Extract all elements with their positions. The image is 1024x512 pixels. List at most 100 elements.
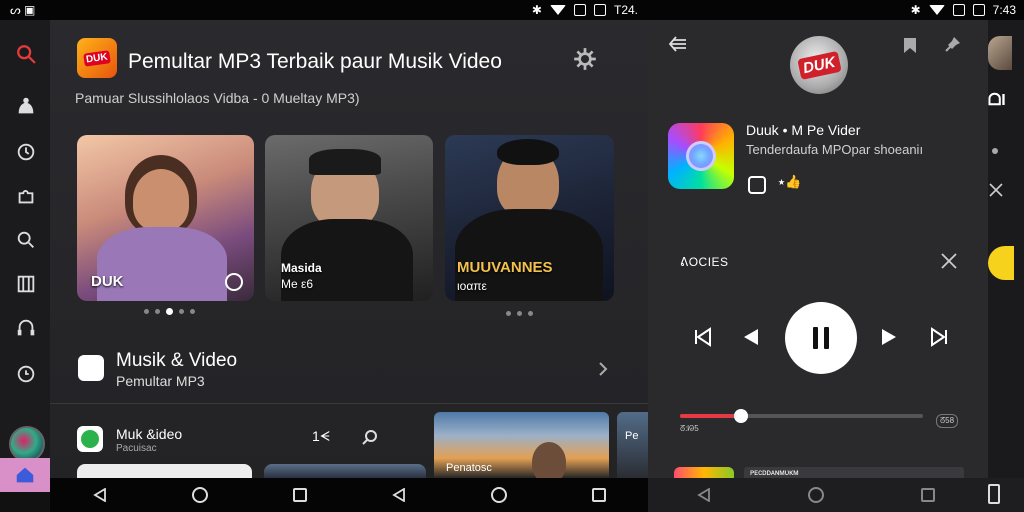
main-screen: DUK Pemultar MP3 Terbaik paur Musik Vide…: [50, 20, 648, 478]
progress-slider[interactable]: [680, 409, 923, 423]
video-thumbnail[interactable]: [77, 464, 252, 478]
bluetooth-icon: ✱: [910, 3, 921, 17]
search-icon[interactable]: [14, 228, 38, 252]
app-icon: [78, 355, 104, 381]
back-icon[interactable]: [391, 488, 406, 502]
hair-image: [497, 139, 559, 165]
share-icon[interactable]: [748, 176, 766, 194]
list-item-subtitle: Pacuisac: [116, 443, 157, 454]
reaction-icons[interactable]: ⭑👍: [778, 174, 801, 190]
status-time: T24.: [613, 3, 638, 17]
recents-button[interactable]: [921, 488, 936, 502]
queue-label: ᕕOCIES: [680, 255, 729, 269]
progress-fill: [680, 414, 741, 418]
recents-button[interactable]: [591, 488, 606, 502]
video-thumbnail[interactable]: Pe: [617, 412, 648, 478]
video-thumbnail[interactable]: [264, 464, 426, 478]
bluetooth-icon: ✱: [531, 3, 542, 17]
video-card[interactable]: DUK: [77, 135, 254, 301]
close-icon[interactable]: [940, 252, 958, 270]
settings-icon[interactable]: [572, 46, 598, 72]
thumbnail-label: Penatosc: [446, 462, 492, 474]
carousel-dots: [144, 308, 195, 315]
battery-icon: [972, 4, 985, 16]
card-label: MUUVANNES: [457, 259, 553, 276]
card-label: Masida: [281, 261, 322, 275]
back-arrow-icon[interactable]: [668, 35, 688, 53]
back-icon[interactable]: [92, 488, 107, 502]
back-icon[interactable]: [696, 488, 711, 502]
queue-thumbnail[interactable]: [674, 467, 734, 478]
progress-knob[interactable]: [733, 409, 748, 423]
list-item-count: 1ᗕ: [312, 428, 330, 444]
carousel-dots: [506, 311, 533, 316]
track-title: Duuk • M Pe Vider: [746, 122, 861, 138]
peek-label: ᗝI: [988, 92, 1006, 109]
recents-button[interactable]: [292, 488, 307, 502]
shuffle-icon[interactable]: [988, 182, 1004, 198]
pause-button[interactable]: [785, 302, 857, 374]
card-sublabel: ιοαπε: [457, 279, 487, 293]
section-title: Musik & Video: [116, 350, 238, 371]
queue-item[interactable]: ᴘᴇᴄᴅᴅᴀɴᴍᴜᴋᴍ: [744, 467, 964, 478]
forward-icon[interactable]: [878, 326, 900, 348]
card-label: DUK: [91, 273, 124, 290]
face-image: [133, 169, 189, 231]
chevron-right-icon[interactable]: [596, 362, 610, 376]
home-button[interactable]: [807, 487, 824, 503]
pin-icon[interactable]: [944, 35, 962, 53]
battery-icon: [593, 4, 606, 16]
avatar[interactable]: [988, 36, 1012, 70]
clock-icon[interactable]: [14, 362, 38, 386]
video-card[interactable]: MUUVANNES ιοαπε: [445, 135, 614, 301]
app-icon: [77, 426, 103, 452]
track-subtitle: Tenderdaufa MPOpar shoeaniı: [746, 142, 924, 157]
status-time: 7:43: [992, 3, 1016, 17]
music-icon: [225, 273, 243, 291]
rewind-icon[interactable]: [740, 326, 762, 348]
status-notification-icons: ᔕ ▣: [10, 3, 36, 17]
card-sublabel: Me ε6: [281, 277, 314, 291]
yellow-badge[interactable]: [988, 246, 1014, 280]
home-button[interactable]: [490, 487, 507, 503]
sim-icon: [952, 4, 965, 16]
puzzle-icon[interactable]: [14, 184, 38, 208]
elapsed-time: ᘔ:ᘘ5: [680, 424, 699, 433]
thumbnail-label: Pe: [625, 430, 639, 442]
wifi-icon: [928, 5, 945, 15]
page-subtitle: Pamuar Slussihlolaos Vidba - 0 Mueltay M…: [75, 90, 360, 106]
duration-time: ᘔ58: [936, 414, 959, 428]
equalizer-icon[interactable]: [14, 272, 38, 296]
sim-icon: [573, 4, 586, 16]
nav-rail: [0, 20, 50, 478]
battery-icon: [988, 484, 1000, 504]
headphones-icon[interactable]: [14, 316, 38, 340]
history-icon[interactable]: [14, 140, 38, 164]
status-bar-right: ✱ 7:43: [648, 0, 1024, 20]
avatar[interactable]: [9, 426, 45, 462]
list-item[interactable]: Muk &ideo Pacuisac 1ᗕ: [50, 412, 430, 472]
cap-image: [309, 149, 381, 175]
previous-icon[interactable]: [692, 326, 714, 348]
app-logo: DUK: [790, 36, 848, 94]
search-icon[interactable]: [14, 42, 38, 66]
video-thumbnail[interactable]: Penatosc: [434, 412, 609, 478]
side-peek-panel: ᗝI: [988, 20, 1024, 478]
next-icon[interactable]: [928, 326, 950, 348]
player-panel: DUK Duuk • M Pe Vider Tenderdaufa MPOpar…: [648, 20, 988, 478]
dot-indicator: [992, 148, 998, 154]
status-bar-left: ᔕ ▣ ✱ T24.: [0, 0, 648, 20]
bookmark-icon[interactable]: [902, 36, 918, 54]
page-title: Pemultar MP3 Terbaik paur Musik Video: [128, 50, 502, 73]
list-item-title: Muk &ideo: [116, 426, 183, 442]
video-card[interactable]: Masida Me ε6: [265, 135, 433, 301]
library-icon[interactable]: [14, 94, 38, 118]
app-logo: DUK: [77, 38, 117, 78]
section-row[interactable]: Musik & Video Pemultar MP3: [50, 340, 648, 404]
home-icon[interactable]: [0, 458, 50, 492]
system-nav-bar: [50, 478, 648, 512]
album-art: [668, 123, 734, 189]
home-button[interactable]: [191, 487, 208, 503]
system-nav-bar: [648, 478, 1024, 512]
search-icon[interactable]: [361, 428, 379, 446]
